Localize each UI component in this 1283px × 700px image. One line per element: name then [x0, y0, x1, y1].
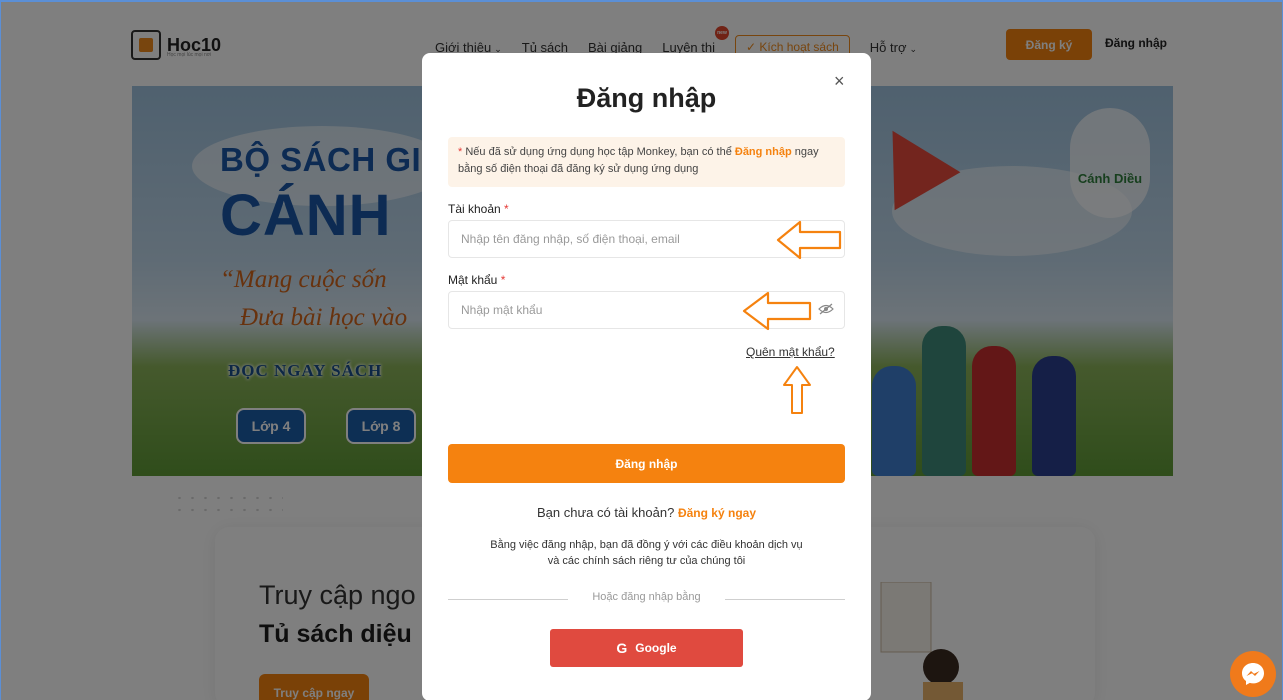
messenger-chat-button[interactable]: [1230, 651, 1276, 697]
no-account-row: Bạn chưa có tài khoản? Đăng ký ngay: [536, 505, 756, 520]
google-label: Google: [635, 641, 677, 655]
password-label: Mật khẩu *: [448, 273, 506, 287]
register-now-link[interactable]: Đăng ký ngay: [678, 506, 756, 520]
messenger-icon: [1242, 663, 1264, 685]
google-icon: G: [616, 640, 628, 656]
account-label: Tài khoản *: [448, 202, 509, 216]
notice-login-link[interactable]: Đăng nhập: [735, 146, 792, 158]
divider-text: Hoặc đăng nhập bằng: [592, 591, 701, 603]
annotation-arrow-left-icon: [742, 291, 812, 331]
screen-frame: Hoc10 Học mọi lúc mọi nơi Giới thiệu⌄ Tủ…: [0, 0, 1283, 700]
annotation-arrow-left-icon: [776, 220, 842, 260]
login-modal: × Đăng nhập * Nếu đã sử dụng ứng dụng họ…: [422, 53, 871, 700]
or-divider: Hoặc đăng nhập bằng: [448, 591, 845, 607]
forgot-password-link[interactable]: Quên mật khẩu?: [746, 345, 835, 359]
monkey-notice: * Nếu đã sử dụng ứng dụng học tập Monkey…: [448, 137, 845, 187]
notice-text: Nếu đã sử dụng ứng dụng học tập Monkey, …: [462, 146, 735, 158]
annotation-arrow-up-icon: [783, 366, 811, 414]
eye-hidden-icon[interactable]: [818, 303, 834, 315]
google-login-button[interactable]: G Google: [550, 629, 743, 667]
modal-title: Đăng nhập: [576, 83, 717, 113]
terms-text: Bằng việc đăng nhập, bạn đã đồng ý với c…: [490, 539, 803, 567]
login-button[interactable]: Đăng nhập: [448, 444, 845, 483]
